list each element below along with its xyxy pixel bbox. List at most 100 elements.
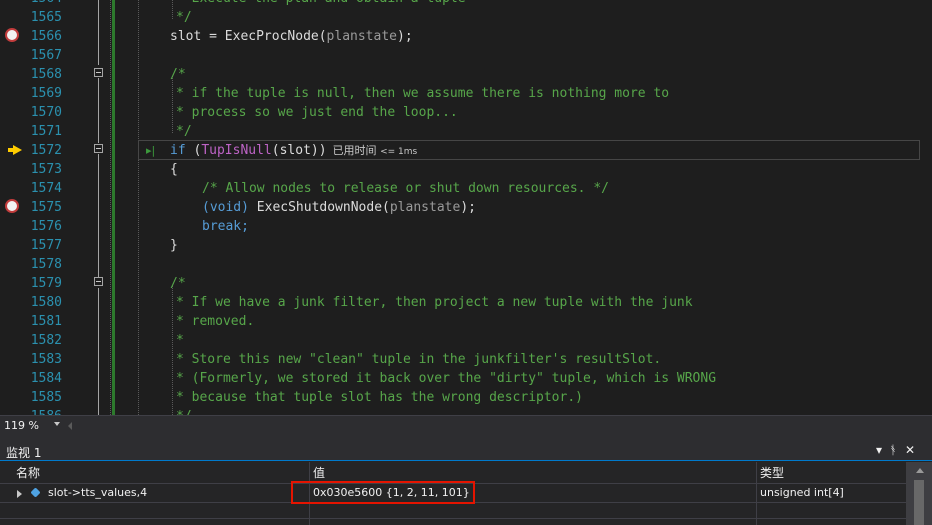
fold-line: [98, 0, 99, 65]
line-number: 1567: [30, 48, 62, 63]
keyword: (void): [202, 200, 249, 215]
function-name[interactable]: ExecProcNode: [225, 29, 319, 44]
fold-toggle-icon[interactable]: [94, 144, 103, 153]
code-token: )): [310, 143, 327, 158]
line-number: 1574: [30, 181, 62, 196]
code-comment: /*: [170, 67, 186, 82]
line-number: 1573: [30, 162, 62, 177]
code-comment: */: [176, 10, 192, 25]
fold-toggle-icon[interactable]: [94, 277, 103, 286]
code-token: (: [382, 200, 390, 215]
code-statement: (void) ExecShutdownNode(planstate);: [202, 198, 476, 217]
code-brace: {: [170, 162, 178, 177]
line-number: 1568: [30, 67, 62, 82]
line-number: 1581: [30, 314, 62, 329]
line-number: 1585: [30, 390, 62, 405]
macro-name[interactable]: TupIsNull: [201, 143, 271, 158]
perf-tip-value: <= 1ms: [380, 147, 418, 157]
code-token: (: [318, 29, 327, 44]
editor-status-bar: 119 %: [0, 415, 932, 436]
run-to-click-icon[interactable]: ▸|: [146, 144, 155, 157]
code-comment: /*: [170, 276, 186, 291]
code-comment: * Execute the plan and obtain a tuple: [176, 0, 466, 8]
indent-guide: [138, 0, 139, 415]
column-header-type[interactable]: 类型: [760, 464, 784, 482]
close-icon[interactable]: ✕: [903, 443, 917, 457]
code-brace: }: [170, 238, 178, 253]
code-statement: slot = ExecProcNode(planstate);: [170, 27, 413, 46]
line-number: 1580: [30, 295, 62, 310]
code-comment: * because that tuple slot has the wrong …: [176, 390, 583, 405]
line-number: 1576: [30, 219, 62, 234]
code-comment: * If we have a junk filter, then project…: [176, 295, 693, 310]
fold-line: [98, 78, 99, 143]
code-comment: */: [176, 124, 192, 139]
keyword: if: [170, 143, 186, 158]
expand-arrow-icon[interactable]: [17, 490, 22, 498]
watch-panel-title[interactable]: 监视 1: [6, 444, 41, 461]
variable-object-icon: [30, 487, 41, 498]
line-number: 1565: [30, 10, 62, 25]
column-header-name[interactable]: 名称: [16, 464, 40, 482]
line-number: 1578: [30, 257, 62, 272]
window-position-icon[interactable]: ▾: [872, 443, 886, 457]
line-number: 1586: [20, 407, 62, 415]
line-number: 1569: [30, 86, 62, 101]
perf-tip[interactable]: 已用时间 <= 1ms: [333, 144, 418, 157]
scrollbar-thumb[interactable]: [914, 480, 924, 525]
line-number: 1566: [30, 29, 62, 44]
indent-guide: [172, 0, 173, 19]
code-comment: *: [176, 333, 184, 348]
breakpoint-icon[interactable]: [5, 28, 19, 42]
zoom-level[interactable]: 119 %: [4, 419, 39, 432]
code-comment: * Store this new "clean" tuple in the ju…: [176, 352, 662, 367]
change-indicator: [112, 0, 115, 415]
vertical-scrollbar[interactable]: [906, 462, 932, 525]
indent-guide: [172, 76, 173, 133]
function-name[interactable]: ExecShutdownNode: [249, 200, 382, 215]
value-highlight-box: [291, 481, 475, 504]
line-number: 1577: [30, 238, 62, 253]
variable-name[interactable]: slot: [280, 143, 311, 158]
code-token: (: [271, 143, 280, 158]
code-comment: * (Formerly, we stored it back over the …: [176, 371, 717, 386]
code-comment: */: [176, 407, 192, 415]
indent-guide: [110, 0, 111, 415]
scroll-left-icon[interactable]: [68, 422, 72, 430]
pin-icon[interactable]: ᚬ: [886, 443, 900, 457]
watch-expression[interactable]: slot->tts_values,4: [48, 484, 147, 502]
zoom-dropdown-icon[interactable]: [54, 422, 60, 426]
line-number: 1583: [30, 352, 62, 367]
scroll-up-icon[interactable]: [916, 468, 924, 473]
watch-type: unsigned int[4]: [760, 486, 844, 499]
line-number: 1575: [30, 200, 62, 215]
fold-line: [98, 288, 99, 415]
line-number: 1572: [30, 143, 62, 158]
variable-name[interactable]: planstate: [390, 200, 460, 215]
code-token: );: [397, 29, 413, 44]
line-number: 1584: [30, 371, 62, 386]
watch-panel: 监视 1 ▾ ᚬ ✕ 名称 值 类型 slot->tts_values,4 0x…: [0, 436, 932, 525]
watch-panel-header: 监视 1 ▾ ᚬ ✕: [0, 442, 932, 461]
code-comment: * if the tuple is null, then we assume t…: [176, 86, 670, 101]
code-statement: if (TupIsNull(slot)) 已用时间 <= 1ms: [170, 141, 417, 162]
code-token: );: [460, 200, 476, 215]
breakpoint-icon[interactable]: [5, 199, 19, 213]
fold-toggle-icon[interactable]: [94, 68, 103, 77]
code-comment: /* Allow nodes to release or shut down r…: [202, 181, 609, 196]
perf-tip-label: 已用时间: [332, 144, 377, 157]
line-number: 1579: [30, 276, 62, 291]
keyword: break;: [202, 219, 249, 234]
line-number: 1571: [30, 124, 62, 139]
code-comment: * process so we just end the loop...: [176, 105, 458, 120]
line-number: 1582: [30, 333, 62, 348]
variable-name[interactable]: planstate: [327, 29, 397, 44]
code-token: slot =: [170, 29, 225, 44]
code-comment: * removed.: [176, 314, 255, 329]
code-editor[interactable]: ▸| 1564 1565 1566 1567 1568 1569 1570 15…: [0, 0, 932, 415]
code-token: (: [185, 143, 202, 158]
indent-guide: [172, 286, 173, 415]
line-number: 1564: [20, 0, 62, 8]
line-number: 1570: [30, 105, 62, 120]
column-header-value[interactable]: 值: [313, 464, 325, 482]
